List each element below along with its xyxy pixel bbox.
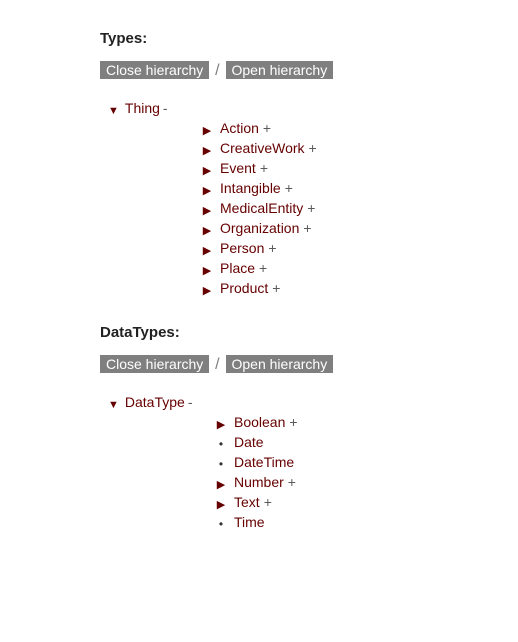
expand-suffix: +: [285, 180, 293, 196]
leaf-bullet-icon: •: [214, 457, 228, 471]
type-organization-link[interactable]: Organization: [220, 220, 299, 236]
tree-item: ▶ MedicalEntity+: [200, 200, 518, 216]
tree-item: ▶ Intangible+: [200, 180, 518, 196]
expand-icon[interactable]: ▶: [200, 144, 214, 157]
expand-suffix: +: [263, 120, 271, 136]
expand-suffix: +: [268, 240, 276, 256]
tree-item: ▶ Product+: [200, 280, 518, 296]
datatype-time-link[interactable]: Time: [234, 514, 265, 530]
tree-item: ▶ Number+: [214, 474, 518, 490]
hierarchy-separator: /: [213, 356, 221, 374]
tree-item: ▶ Event+: [200, 160, 518, 176]
tree-item: • Time: [214, 514, 518, 530]
tree-item: ▶ Person+: [200, 240, 518, 256]
hierarchy-separator: /: [213, 62, 221, 80]
expand-icon[interactable]: ▶: [214, 418, 228, 431]
thing-link[interactable]: Thing: [125, 100, 160, 116]
tree-item: ▶ Boolean+: [214, 414, 518, 430]
expand-suffix: +: [303, 220, 311, 236]
close-hierarchy-button[interactable]: Close hierarchy: [100, 61, 209, 79]
type-intangible-link[interactable]: Intangible: [220, 180, 281, 196]
tree-item: ▶ Text+: [214, 494, 518, 510]
collapse-icon[interactable]: ▼: [108, 105, 119, 117]
expand-suffix: +: [309, 140, 317, 156]
root-suffix: -: [188, 394, 193, 410]
expand-suffix: +: [259, 260, 267, 276]
datatype-date-link[interactable]: Date: [234, 434, 264, 450]
collapse-icon[interactable]: ▼: [108, 399, 119, 411]
type-action-link[interactable]: Action: [220, 120, 259, 136]
type-medicalentity-link[interactable]: MedicalEntity: [220, 200, 303, 216]
expand-suffix: +: [272, 280, 280, 296]
expand-suffix: +: [288, 474, 296, 490]
datatype-link[interactable]: DataType: [125, 394, 185, 410]
datatype-boolean-link[interactable]: Boolean: [234, 414, 285, 430]
tree-item: • DateTime: [214, 454, 518, 470]
type-product-link[interactable]: Product: [220, 280, 268, 296]
expand-icon[interactable]: ▶: [200, 264, 214, 277]
expand-suffix: +: [264, 494, 272, 510]
expand-icon[interactable]: ▶: [214, 498, 228, 511]
type-place-link[interactable]: Place: [220, 260, 255, 276]
types-hierarchy-controls: Close hierarchy / Open hierarchy: [100, 61, 518, 80]
datatypes-heading: DataTypes:: [100, 324, 518, 341]
expand-suffix: +: [289, 414, 297, 430]
open-hierarchy-button[interactable]: Open hierarchy: [226, 61, 334, 79]
tree-root-datatype: ▼ DataType -: [108, 394, 518, 410]
tree-item: • Date: [214, 434, 518, 450]
expand-icon[interactable]: ▶: [200, 184, 214, 197]
datatypes-hierarchy-controls: Close hierarchy / Open hierarchy: [100, 355, 518, 374]
expand-suffix: +: [260, 160, 268, 176]
tree-item: ▶ CreativeWork+: [200, 140, 518, 156]
datatype-number-link[interactable]: Number: [234, 474, 284, 490]
tree-item: ▶ Organization+: [200, 220, 518, 236]
types-heading: Types:: [100, 30, 518, 47]
expand-icon[interactable]: ▶: [200, 224, 214, 237]
open-hierarchy-button[interactable]: Open hierarchy: [226, 355, 334, 373]
type-creativework-link[interactable]: CreativeWork: [220, 140, 305, 156]
close-hierarchy-button[interactable]: Close hierarchy: [100, 355, 209, 373]
types-tree: ▼ Thing - ▶Action+▶CreativeWork+▶Event+▶…: [108, 100, 518, 296]
expand-icon[interactable]: ▶: [200, 164, 214, 177]
datatype-text-link[interactable]: Text: [234, 494, 260, 510]
leaf-bullet-icon: •: [214, 517, 228, 531]
expand-icon[interactable]: ▶: [200, 284, 214, 297]
expand-icon[interactable]: ▶: [200, 244, 214, 257]
tree-item: ▶ Place+: [200, 260, 518, 276]
leaf-bullet-icon: •: [214, 437, 228, 451]
type-person-link[interactable]: Person: [220, 240, 264, 256]
expand-icon[interactable]: ▶: [214, 478, 228, 491]
type-event-link[interactable]: Event: [220, 160, 256, 176]
tree-root-thing: ▼ Thing -: [108, 100, 518, 116]
expand-suffix: +: [307, 200, 315, 216]
expand-icon[interactable]: ▶: [200, 204, 214, 217]
datatype-datetime-link[interactable]: DateTime: [234, 454, 294, 470]
root-suffix: -: [163, 100, 168, 116]
datatypes-tree: ▼ DataType - ▶Boolean+•Date•DateTime▶Num…: [108, 394, 518, 530]
expand-icon[interactable]: ▶: [200, 124, 214, 137]
tree-item: ▶ Action+: [200, 120, 518, 136]
